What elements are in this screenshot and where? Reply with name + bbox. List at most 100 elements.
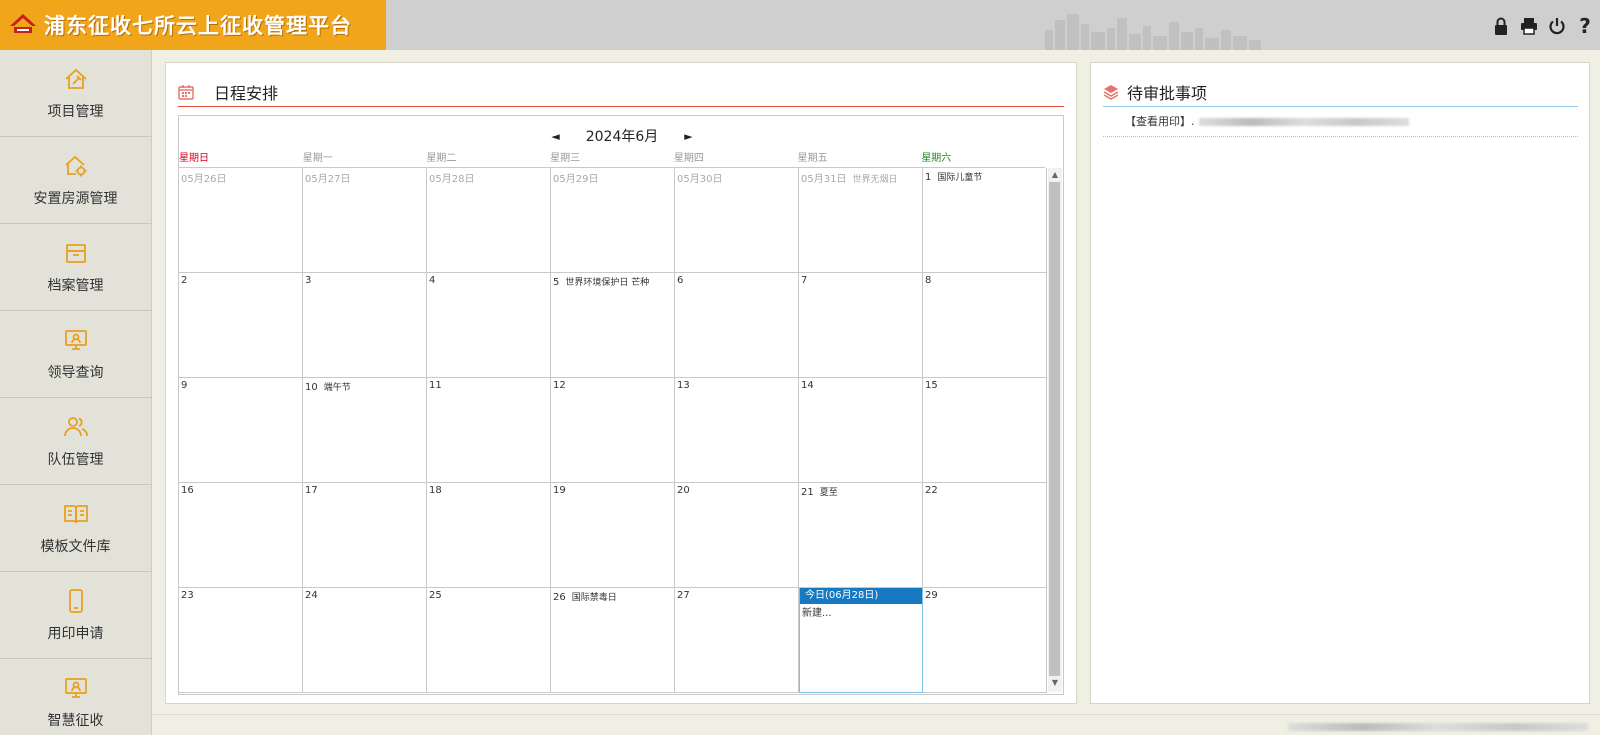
day-number: 12	[553, 380, 566, 391]
calendar-day[interactable]: 8	[923, 273, 1047, 378]
calendar-day[interactable]: 05月30日	[675, 168, 799, 273]
scroll-up-icon[interactable]: ▲	[1048, 168, 1062, 182]
prev-month-button[interactable]: ◄	[551, 130, 559, 143]
calendar-day[interactable]: 7	[799, 273, 923, 378]
calendar-day[interactable]: 10 端午节	[303, 378, 427, 483]
day-number: 29	[925, 590, 938, 601]
monitor-user-icon	[62, 326, 90, 354]
weekday-label: 星期一	[302, 153, 333, 164]
calendar-icon	[178, 84, 194, 100]
sidebar-item-seal-application[interactable]: 用印申请	[0, 572, 151, 659]
power-icon[interactable]	[1548, 16, 1566, 36]
calendar-day[interactable]: 16	[179, 483, 303, 588]
calendar-day[interactable]: 18	[427, 483, 551, 588]
calendar-day[interactable]: 5 世界环境保护日 芒种	[551, 273, 675, 378]
calendar-day[interactable]: 12	[551, 378, 675, 483]
calendar-day[interactable]: 23	[179, 588, 303, 693]
pending-item[interactable]: 【查看用印】.	[1103, 113, 1578, 137]
day-number: 8	[925, 275, 932, 286]
day-number: 15	[925, 380, 938, 391]
day-number: 11	[429, 380, 442, 391]
new-event-link[interactable]: 新建...	[800, 604, 922, 619]
day-number: 23	[181, 590, 194, 601]
weekday-label: 星期六	[921, 153, 952, 164]
sidebar-item-template-library[interactable]: 模板文件库	[0, 485, 151, 572]
pending-item-label: 【查看用印】.	[1125, 115, 1195, 128]
team-users-icon	[62, 413, 90, 441]
sidebar-item-resettlement-housing[interactable]: 安置房源管理	[0, 137, 151, 224]
calendar-day[interactable]: 17	[303, 483, 427, 588]
sidebar-item-archive-management[interactable]: 档案管理	[0, 224, 151, 311]
calendar-day-today[interactable]: 今日(06月28日) 新建...	[799, 588, 923, 693]
schedule-header: 日程安排	[178, 81, 1064, 107]
scroll-thumb[interactable]	[1049, 182, 1060, 676]
calendar-day[interactable]: 25	[427, 588, 551, 693]
layers-icon	[1103, 84, 1119, 100]
calendar-day[interactable]: 22	[923, 483, 1047, 588]
calendar-day[interactable]: 19	[551, 483, 675, 588]
home-hammer-icon	[62, 65, 90, 93]
sidebar-item-label: 模板文件库	[40, 539, 111, 555]
calendar-day[interactable]: 24	[303, 588, 427, 693]
calendar-scrollbar[interactable]: ▲ ▼	[1048, 168, 1062, 692]
sidebar-item-project-management[interactable]: 项目管理	[0, 50, 151, 137]
sidebar-item-smart-expropriation[interactable]: 智慧征收	[0, 659, 151, 735]
pending-header: 待审批事项	[1103, 81, 1578, 107]
calendar-day[interactable]: 27	[675, 588, 799, 693]
calendar-day[interactable]: 4	[427, 273, 551, 378]
day-event: 端午节	[323, 383, 351, 393]
calendar-day[interactable]: 6	[675, 273, 799, 378]
calendar-day[interactable]: 15	[923, 378, 1047, 483]
day-number: 05月30日	[677, 174, 723, 185]
day-number: 6	[677, 275, 684, 286]
calendar-day[interactable]: 14	[799, 378, 923, 483]
app-logo[interactable]: 浦东征收七所云上征收管理平台	[0, 0, 386, 50]
calendar-grid: 05月26日 05月27日 05月28日 05月29日 05月30日 05月31日 世界无烟…	[179, 168, 1047, 694]
day-number: 16	[181, 485, 194, 496]
calendar-day[interactable]: 1 国际儿童节	[923, 168, 1047, 273]
day-number: 7	[801, 275, 808, 286]
day-number: 25	[429, 590, 442, 601]
schedule-title: 日程安排	[214, 83, 279, 103]
calendar-day[interactable]: 9	[179, 378, 303, 483]
day-number: 2	[181, 275, 188, 286]
next-month-button[interactable]: ►	[684, 130, 692, 143]
lock-icon[interactable]	[1492, 16, 1510, 36]
calendar-day[interactable]: 13	[675, 378, 799, 483]
sidebar-item-label: 用印申请	[47, 626, 104, 642]
sidebar-nav: 项目管理 安置房源管理 档案管理 领导查询 队伍管理 模板文件库 用印申请 智慧…	[0, 50, 152, 735]
calendar-day[interactable]: 05月29日	[551, 168, 675, 273]
calendar-day[interactable]: 26 国际禁毒日	[551, 588, 675, 693]
calendar-day[interactable]: 20	[675, 483, 799, 588]
day-number: 10	[305, 382, 318, 393]
calendar-day[interactable]: 3	[303, 273, 427, 378]
day-number: 9	[181, 380, 188, 391]
sidebar-item-leader-query[interactable]: 领导查询	[0, 311, 151, 398]
day-number: 20	[677, 485, 690, 496]
day-number: 4	[429, 275, 436, 286]
calendar-day[interactable]: 05月31日 世界无烟日	[799, 168, 923, 273]
house-logo-icon	[10, 14, 36, 33]
today-label: 今日(06月28日)	[800, 588, 922, 604]
sidebar-item-team-management[interactable]: 队伍管理	[0, 398, 151, 485]
day-number: 05月26日	[181, 174, 227, 185]
calendar-day[interactable]: 05月27日	[303, 168, 427, 273]
day-number: 5	[553, 277, 560, 288]
scroll-down-icon[interactable]: ▼	[1048, 676, 1062, 690]
calendar-day[interactable]: 21 夏至	[799, 483, 923, 588]
calendar-day[interactable]: 2	[179, 273, 303, 378]
day-number: 21	[801, 487, 814, 498]
monitor-user-icon	[62, 674, 90, 702]
redacted-text	[1198, 118, 1409, 126]
calendar-day[interactable]: 11	[427, 378, 551, 483]
calendar-day[interactable]: 05月28日	[427, 168, 551, 273]
redacted-text	[1288, 723, 1588, 731]
calendar-day[interactable]: 05月26日	[179, 168, 303, 273]
print-icon[interactable]	[1520, 16, 1538, 36]
sidebar-item-label: 安置房源管理	[33, 191, 118, 207]
calendar-day[interactable]: 29	[923, 588, 1047, 693]
day-number: 24	[305, 590, 318, 601]
archive-box-icon	[62, 239, 90, 267]
help-icon[interactable]: ?	[1576, 16, 1594, 36]
weekday-header: 星期日 星期一 星期二 星期三 星期四 星期五 星期六	[179, 154, 1045, 168]
